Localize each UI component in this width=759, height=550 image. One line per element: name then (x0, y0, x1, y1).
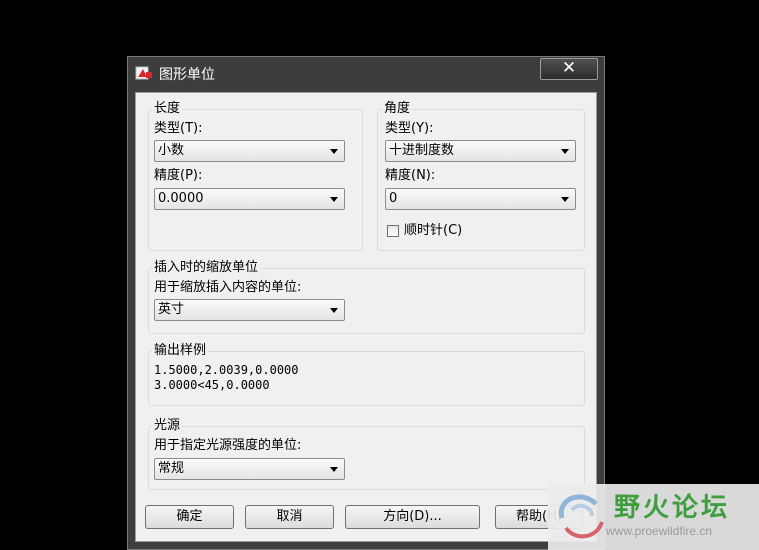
length-type-select[interactable]: 小数 (154, 140, 345, 162)
watermark: 野火论坛 www.proewildfire.cn (548, 484, 759, 550)
angle-group-title: 角度 (382, 101, 413, 117)
length-precision-label: 精度(P): (154, 168, 203, 183)
sample-output-group-title: 输出样例 (152, 343, 209, 359)
watermark-url: www.proewildfire.cn (606, 524, 713, 538)
chevron-down-icon (330, 308, 338, 313)
close-icon: ✕ (561, 58, 577, 78)
chevron-down-icon (561, 197, 569, 202)
chevron-down-icon (330, 149, 338, 154)
length-group-title: 长度 (152, 101, 183, 117)
length-type-label: 类型(T): (154, 121, 203, 136)
chevron-down-icon (330, 467, 338, 472)
insert-scale-label: 用于缩放插入内容的单位: (154, 280, 302, 295)
app-icon (135, 66, 152, 80)
chevron-down-icon (330, 197, 338, 202)
angle-type-select[interactable]: 十进制度数 (385, 140, 576, 162)
insert-scale-value: 英寸 (158, 302, 185, 317)
title-bar[interactable]: 图形单位 ✕ (128, 57, 604, 87)
sample-output-line-1: 1.5000,2.0039,0.0000 (154, 363, 299, 377)
lighting-select[interactable]: 常规 (154, 458, 345, 480)
dialog-client-area: 长度 类型(T): 小数 精度(P): 0.0000 角度 类型(Y): 十进制… (135, 92, 597, 542)
angle-type-label: 类型(Y): (385, 121, 434, 136)
angle-type-value: 十进制度数 (389, 143, 455, 158)
direction-button[interactable]: 方向(D)... (345, 505, 480, 529)
close-button[interactable]: ✕ (540, 58, 598, 80)
insert-scale-select[interactable]: 英寸 (154, 299, 345, 321)
units-dialog: 图形单位 ✕ 长度 类型(T): 小数 精度(P): 0.0000 角度 类型(… (127, 56, 605, 550)
chevron-down-icon (561, 149, 569, 154)
lighting-value: 常规 (158, 461, 185, 476)
angle-precision-label: 精度(N): (385, 168, 436, 183)
watermark-logo-icon (558, 494, 604, 539)
lighting-group-title: 光源 (152, 418, 183, 434)
cancel-button[interactable]: 取消 (245, 505, 334, 529)
angle-precision-select[interactable]: 0 (385, 188, 576, 210)
angle-precision-value: 0 (389, 191, 398, 206)
watermark-title: 野火论坛 (614, 493, 731, 523)
length-precision-select[interactable]: 0.0000 (154, 188, 345, 210)
length-type-value: 小数 (158, 143, 185, 158)
lighting-label: 用于指定光源强度的单位: (154, 438, 302, 453)
window-title: 图形单位 (159, 67, 215, 83)
insert-scale-group-title: 插入时的缩放单位 (152, 260, 261, 276)
clockwise-checkbox[interactable] (387, 225, 399, 237)
sample-output-line-2: 3.0000<45,0.0000 (154, 378, 270, 392)
length-precision-value: 0.0000 (158, 191, 204, 206)
ok-button[interactable]: 确定 (145, 505, 234, 529)
clockwise-label[interactable]: 顺时针(C) (404, 223, 462, 239)
